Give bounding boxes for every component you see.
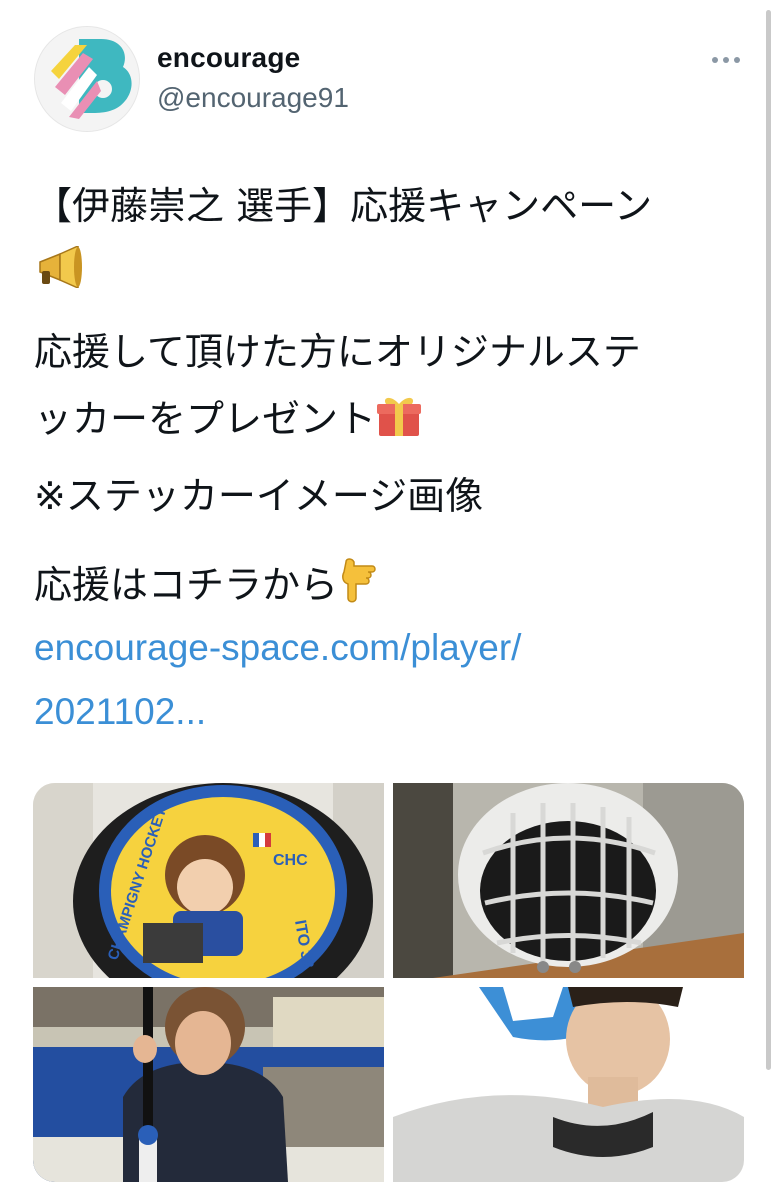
- gift-icon: [376, 394, 422, 447]
- tweet-link-line-2[interactable]: 2021102...: [34, 690, 206, 734]
- avatar[interactable]: [34, 26, 140, 132]
- sticker-puck-photo[interactable]: CHC ITO 33 CHAMPIGNY HOCKEY: [33, 783, 384, 978]
- more-dots-icon: [712, 57, 740, 63]
- tweet-page: encourage @encourage91 【伊藤崇之 選手】応援キャンペーン…: [0, 0, 777, 1200]
- megaphone-icon: [34, 244, 84, 297]
- tweet-text-line-4: ッカーをプレゼント: [34, 394, 422, 447]
- scrollbar[interactable]: [766, 10, 771, 1070]
- author-handle[interactable]: @encourage91: [157, 82, 349, 114]
- boy-with-stick-photo[interactable]: [33, 987, 384, 1182]
- tweet-text-line-2: [34, 244, 84, 297]
- encourage-logo-icon: [35, 27, 139, 131]
- tweet-link-line-1[interactable]: encourage-space.com/player/: [34, 626, 521, 670]
- pointing-down-icon: [338, 556, 382, 613]
- tweet-text-line-6: 応援はコチラから: [34, 556, 382, 613]
- sticker-badge-text: CHC: [273, 852, 308, 869]
- tweet-text-line-4-text: ッカーをプレゼント: [34, 397, 377, 441]
- tweet-text-line-1: 【伊藤崇之 選手】応援キャンペーン: [34, 184, 653, 228]
- author-display-name[interactable]: encourage: [157, 42, 300, 74]
- tweet-text-line-6-text: 応援はコチラから: [34, 563, 339, 607]
- more-options-button[interactable]: [706, 46, 746, 74]
- tweet-text-line-5: ※ステッカーイメージ画像: [34, 474, 484, 518]
- goalie-mask-photo[interactable]: [393, 783, 744, 978]
- media-grid: CHC ITO 33 CHAMPIGNY HOCKEY: [33, 783, 744, 1182]
- tweet-text-line-3: 応援して頂けた方にオリジナルステ: [34, 330, 641, 374]
- player-profile-photo[interactable]: [393, 987, 744, 1182]
